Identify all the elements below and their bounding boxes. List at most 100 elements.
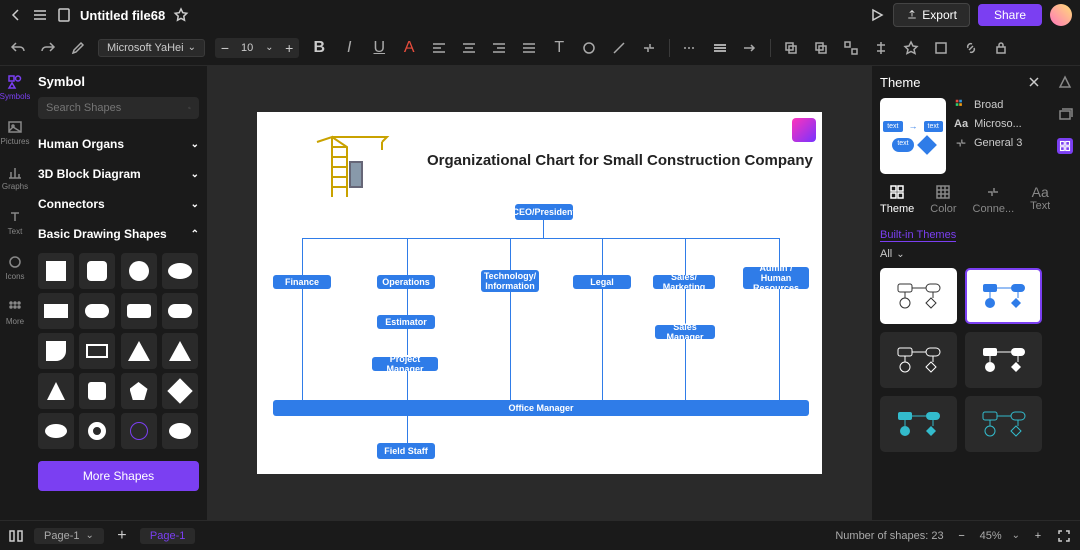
size-increase-button[interactable]: + xyxy=(279,38,299,58)
theme-card-1[interactable] xyxy=(880,268,957,324)
nav-text[interactable]: Text xyxy=(7,209,23,236)
node-legal[interactable]: Legal xyxy=(573,275,631,289)
line-icon[interactable] xyxy=(609,38,629,58)
pages-icon[interactable] xyxy=(8,528,24,544)
theme-tab-connector[interactable]: Conne... xyxy=(973,184,1015,215)
shape-tri2[interactable] xyxy=(162,333,198,369)
brush-icon[interactable] xyxy=(68,38,88,58)
page-tab-1[interactable]: Page-1⌄ xyxy=(34,528,104,544)
shape-hex[interactable] xyxy=(79,373,115,409)
nav-more[interactable]: More xyxy=(6,299,24,326)
page-tab-active[interactable]: Page-1 xyxy=(140,528,195,544)
hamburger-icon[interactable] xyxy=(32,7,48,23)
theme-card-5[interactable] xyxy=(880,396,957,452)
cat-connectors[interactable]: Connectors⌄ xyxy=(38,189,199,219)
shape-tri3[interactable] xyxy=(38,373,74,409)
theme-card-2[interactable] xyxy=(965,268,1042,324)
undo-icon[interactable] xyxy=(8,38,28,58)
font-size-control[interactable]: − 10 ⌄ + xyxy=(215,38,299,58)
lock-icon[interactable] xyxy=(991,38,1011,58)
shape-rounded[interactable] xyxy=(79,253,115,289)
search-input[interactable] xyxy=(38,97,199,119)
font-color-icon[interactable]: A xyxy=(399,38,419,58)
layer-back-icon[interactable] xyxy=(811,38,831,58)
cat-basic-shapes[interactable]: Basic Drawing Shapes⌃ xyxy=(38,219,199,249)
node-ceo[interactable]: CEO/President xyxy=(515,204,573,220)
theme-opt-font[interactable]: AaMicroso... xyxy=(954,118,1022,130)
align-left-icon[interactable] xyxy=(429,38,449,58)
cat-human-organs[interactable]: Human Organs⌄ xyxy=(38,129,199,159)
shape-circle[interactable] xyxy=(121,253,157,289)
cat-3d-block[interactable]: 3D Block Diagram⌄ xyxy=(38,159,199,189)
shape-oval2[interactable] xyxy=(38,413,74,449)
shape-pill[interactable] xyxy=(79,293,115,329)
theme-preview-thumb[interactable]: text→text text xyxy=(880,98,946,174)
export-button[interactable]: Export xyxy=(893,3,970,27)
back-icon[interactable] xyxy=(8,7,24,23)
nav-symbols[interactable]: Symbols xyxy=(0,74,30,101)
shape-rrect[interactable] xyxy=(121,293,157,329)
align-icon[interactable] xyxy=(871,38,891,58)
built-in-themes-label[interactable]: Built-in Themes xyxy=(880,229,956,242)
close-icon[interactable] xyxy=(1026,74,1042,90)
node-tech[interactable]: Technology/ Information xyxy=(481,270,539,292)
rnav-grid-icon[interactable] xyxy=(1057,138,1073,154)
ai-badge-icon[interactable] xyxy=(792,118,816,142)
node-office-mgr[interactable]: Office Manager xyxy=(273,400,809,416)
align-right-icon[interactable] xyxy=(489,38,509,58)
add-page-icon[interactable]: + xyxy=(114,528,130,544)
shape-rect[interactable] xyxy=(38,293,74,329)
theme-card-6[interactable] xyxy=(965,396,1042,452)
theme-card-3[interactable] xyxy=(880,332,957,388)
star-icon[interactable] xyxy=(173,7,189,23)
theme-tab-theme[interactable]: Theme xyxy=(880,184,914,215)
zoom-out-icon[interactable]: − xyxy=(954,528,970,544)
italic-icon[interactable]: I xyxy=(339,38,359,58)
nav-graphs[interactable]: Graphs xyxy=(2,164,28,191)
weight-icon[interactable] xyxy=(710,38,730,58)
theme-card-4[interactable] xyxy=(965,332,1042,388)
theme-opt-general[interactable]: General 3 xyxy=(954,136,1022,150)
underline-icon[interactable]: U xyxy=(369,38,389,58)
node-field[interactable]: Field Staff xyxy=(377,443,435,459)
theme-filter-all[interactable]: All⌄ xyxy=(880,248,1042,260)
shape-diamond[interactable] xyxy=(162,373,198,409)
theme-tab-text[interactable]: AaText xyxy=(1030,184,1050,215)
shape-snip[interactable] xyxy=(38,333,74,369)
file-icon[interactable] xyxy=(56,7,72,23)
size-decrease-button[interactable]: − xyxy=(215,38,235,58)
theme-tab-color[interactable]: Color xyxy=(930,184,956,215)
connector-icon[interactable] xyxy=(639,38,659,58)
node-operations[interactable]: Operations xyxy=(377,275,435,289)
shape-square[interactable] xyxy=(38,253,74,289)
align-center-icon[interactable] xyxy=(459,38,479,58)
text-icon[interactable]: T xyxy=(549,38,569,58)
shape-ellipse[interactable] xyxy=(162,253,198,289)
redo-icon[interactable] xyxy=(38,38,58,58)
node-finance[interactable]: Finance xyxy=(273,275,331,289)
layer-front-icon[interactable] xyxy=(781,38,801,58)
align-vertical-icon[interactable] xyxy=(519,38,539,58)
nav-pictures[interactable]: Pictures xyxy=(1,119,30,146)
shape-outline[interactable] xyxy=(79,333,115,369)
export-icon[interactable] xyxy=(931,38,951,58)
arrow-icon[interactable] xyxy=(740,38,760,58)
link-icon[interactable] xyxy=(961,38,981,58)
font-select[interactable]: Microsoft YaHei⌄ xyxy=(98,39,205,57)
shape-capsule[interactable] xyxy=(162,293,198,329)
shape-donut[interactable] xyxy=(79,413,115,449)
shape-oval3[interactable] xyxy=(162,413,198,449)
more-shapes-button[interactable]: More Shapes xyxy=(38,461,199,491)
ai-icon[interactable] xyxy=(901,38,921,58)
node-hr[interactable]: Admin / Human Resources xyxy=(743,267,809,289)
node-sales[interactable]: Sales/ Marketing xyxy=(653,275,715,289)
nav-icons[interactable]: Icons xyxy=(5,254,24,281)
avatar[interactable] xyxy=(1050,4,1072,26)
bold-icon[interactable]: B xyxy=(309,38,329,58)
share-button[interactable]: Share xyxy=(978,4,1042,26)
node-sales-mgr[interactable]: Sales Manager xyxy=(655,325,715,339)
dash-icon[interactable] xyxy=(680,38,700,58)
rnav-layers-icon[interactable] xyxy=(1057,106,1073,122)
shape-triangle[interactable] xyxy=(121,333,157,369)
play-icon[interactable] xyxy=(869,7,885,23)
